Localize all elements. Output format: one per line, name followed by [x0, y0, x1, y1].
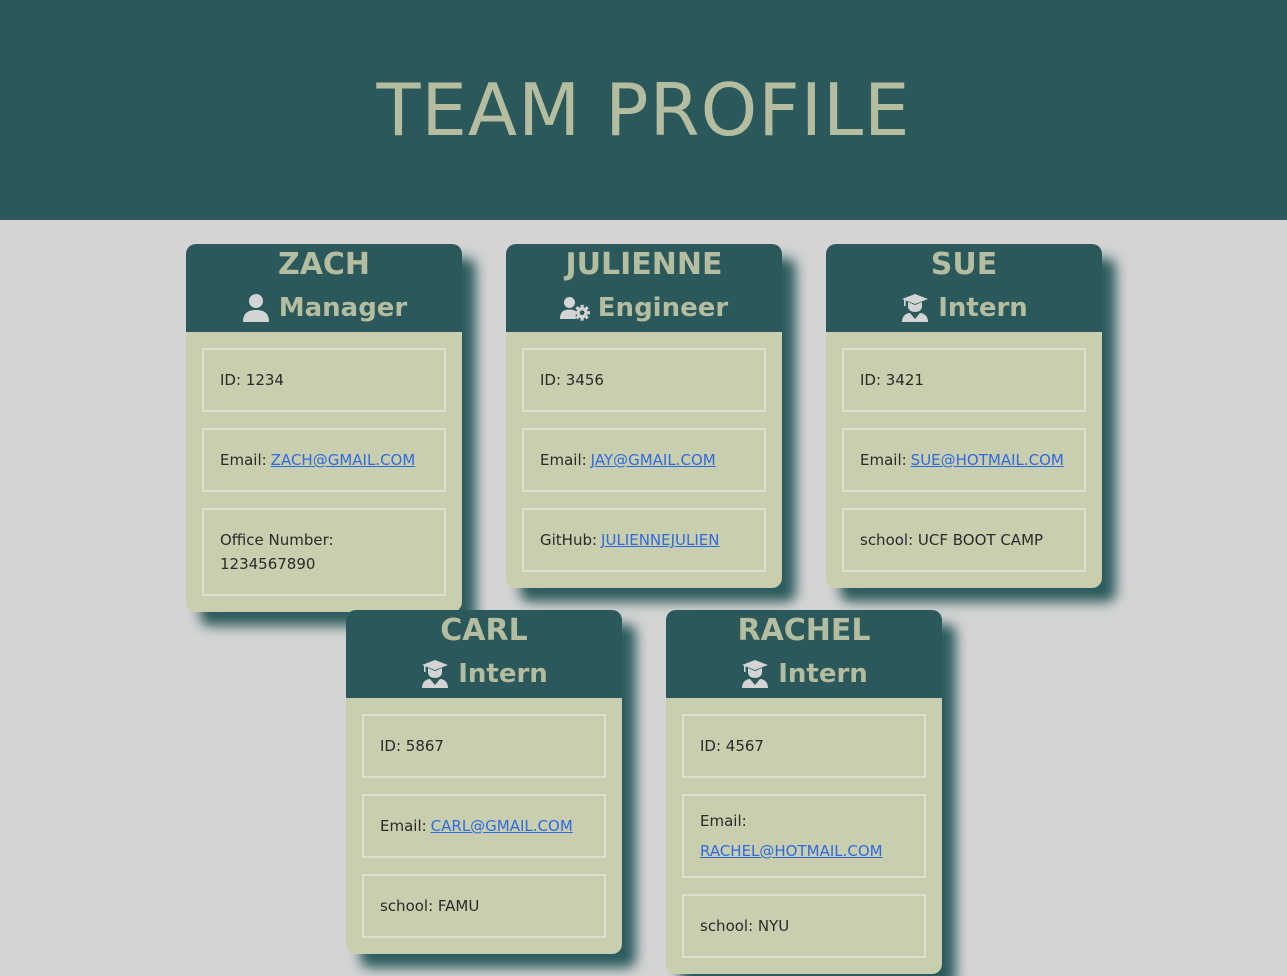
user-icon [241, 293, 271, 323]
github-link[interactable]: JULIENNEJULIEN [601, 528, 719, 552]
card-body: ID: 4567 Email: RACHEL@HOTMAIL.COM schoo… [666, 698, 942, 974]
id-value: ID: 4567 [700, 737, 764, 755]
school-value: school: UCF BOOT CAMP [860, 531, 1044, 549]
card-body: ID: 1234 Email: ZACH@GMAIL.COM Office Nu… [186, 332, 462, 612]
card-header: CARL Intern [346, 610, 622, 698]
role-label: Intern [458, 659, 548, 689]
role-label: Intern [938, 293, 1028, 323]
employee-card-manager: ZACH Manager ID: 1234 Email: ZACH@GMAIL.… [186, 244, 462, 612]
email-label: Email: [860, 451, 907, 469]
office-number-field: Office Number: 1234567890 [202, 508, 446, 596]
page-header: TEAM PROFILE [0, 0, 1287, 220]
employee-name: RACHEL [737, 613, 871, 648]
school-field: school: NYU [682, 894, 926, 958]
email-label: Email: [700, 812, 747, 830]
graduate-icon [900, 293, 930, 323]
user-gear-icon [559, 293, 590, 323]
email-field: Email: SUE@HOTMAIL.COM [842, 428, 1086, 492]
office-number-value: Office Number: 1234567890 [220, 531, 334, 573]
email-link[interactable]: CARL@GMAIL.COM [431, 814, 573, 838]
card-header: JULIENNE Engineer [506, 244, 782, 332]
id-value: ID: 5867 [380, 737, 444, 755]
employee-name: JULIENNE [565, 247, 723, 282]
card-header: RACHEL Intern [666, 610, 942, 698]
email-link[interactable]: JAY@GMAIL.COM [591, 448, 716, 472]
card-header: SUE Intern [826, 244, 1102, 332]
graduate-icon [420, 659, 450, 689]
id-value: ID: 1234 [220, 371, 284, 389]
id-field: ID: 4567 [682, 714, 926, 778]
email-link[interactable]: ZACH@GMAIL.COM [271, 448, 416, 472]
employee-name: ZACH [277, 247, 371, 282]
id-field: ID: 5867 [362, 714, 606, 778]
id-value: ID: 3456 [540, 371, 604, 389]
role-label: Manager [278, 293, 408, 323]
employee-role: Intern [666, 652, 942, 696]
email-label: Email: [220, 451, 267, 469]
github-field: GitHub: JULIENNEJULIEN [522, 508, 766, 572]
github-label: GitHub: [540, 531, 598, 549]
employee-role: Manager [186, 286, 462, 330]
employee-role: Engineer [506, 286, 782, 330]
id-field: ID: 1234 [202, 348, 446, 412]
school-value: school: NYU [700, 917, 790, 935]
email-label: Email: [380, 817, 427, 835]
email-link[interactable]: RACHEL@HOTMAIL.COM [700, 839, 883, 863]
employee-card-intern: SUE Intern ID: 3421 Email: SUE@HOTMAIL.C… [826, 244, 1102, 588]
email-field: Email: ZACH@GMAIL.COM [202, 428, 446, 492]
role-label: Engineer [597, 293, 729, 323]
employee-role: Intern [826, 286, 1102, 330]
card-body: ID: 3456 Email: JAY@GMAIL.COM GitHub: JU… [506, 332, 782, 588]
email-field: Email: JAY@GMAIL.COM [522, 428, 766, 492]
card-body: ID: 3421 Email: SUE@HOTMAIL.COM school: … [826, 332, 1102, 588]
page-title: TEAM PROFILE [376, 68, 911, 152]
employee-card-intern: RACHEL Intern ID: 4567 Email: RACHEL@HOT… [666, 610, 942, 974]
employee-name: CARL [440, 613, 528, 648]
employee-card-intern: CARL Intern ID: 5867 Email: CARL@GMAIL.C… [346, 610, 622, 954]
school-value: school: FAMU [380, 897, 480, 915]
role-label: Intern [778, 659, 868, 689]
id-field: ID: 3421 [842, 348, 1086, 412]
email-field: Email: RACHEL@HOTMAIL.COM [682, 794, 926, 878]
card-body: ID: 5867 Email: CARL@GMAIL.COM school: F… [346, 698, 622, 954]
employee-card-engineer: JULIENNE Engineer ID: 3456 Email: JAY@GM… [506, 244, 782, 588]
card-header: ZACH Manager [186, 244, 462, 332]
email-label: Email: [540, 451, 587, 469]
school-field: school: UCF BOOT CAMP [842, 508, 1086, 572]
email-field: Email: CARL@GMAIL.COM [362, 794, 606, 858]
employee-name: SUE [930, 247, 998, 282]
email-link[interactable]: SUE@HOTMAIL.COM [911, 448, 1064, 472]
id-value: ID: 3421 [860, 371, 924, 389]
id-field: ID: 3456 [522, 348, 766, 412]
school-field: school: FAMU [362, 874, 606, 938]
graduate-icon [740, 659, 770, 689]
employee-role: Intern [346, 652, 622, 696]
